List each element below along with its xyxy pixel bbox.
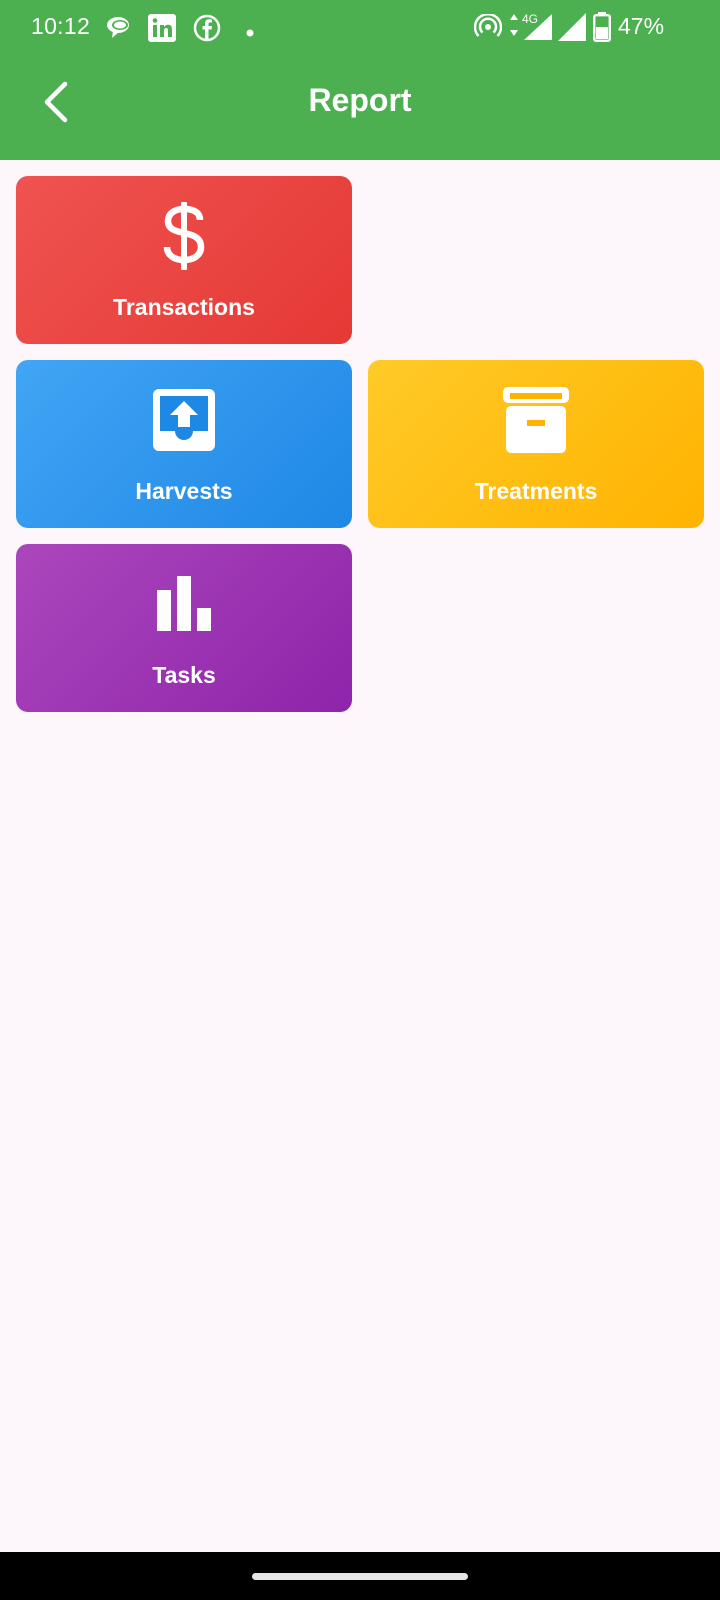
battery-percent: 47% xyxy=(618,13,665,39)
network-4g-icon: 4G xyxy=(510,12,552,47)
tile-tasks[interactable]: Tasks xyxy=(16,544,352,712)
tile-harvests[interactable]: Harvests xyxy=(16,360,352,528)
signal-icon xyxy=(558,13,586,46)
tile-label: Harvests xyxy=(135,478,233,504)
dot-icon xyxy=(246,24,254,42)
app-bar: 10:12 4G 47% Report xyxy=(0,0,720,160)
network-type-label: 4G xyxy=(522,12,539,26)
system-nav-bar xyxy=(0,1552,720,1600)
home-gesture-handle[interactable] xyxy=(252,1573,468,1580)
dollar-icon xyxy=(16,200,352,272)
chat-bubbles-icon xyxy=(106,15,132,44)
tile-label: Transactions xyxy=(113,294,255,320)
tile-label: Tasks xyxy=(152,662,216,688)
inbox-upload-icon xyxy=(16,384,352,456)
linkedin-icon xyxy=(148,14,176,47)
battery-icon xyxy=(593,12,612,47)
facebook-icon xyxy=(193,14,221,47)
hotspot-icon xyxy=(473,12,503,45)
archive-box-icon xyxy=(368,384,704,456)
status-bar: 10:12 4G 47% xyxy=(0,0,720,54)
tile-treatments[interactable]: Treatments xyxy=(368,360,704,528)
tile-label: Treatments xyxy=(474,478,598,504)
status-time: 10:12 xyxy=(31,13,91,39)
tile-transactions[interactable]: Transactions xyxy=(16,176,352,344)
page-title: Report xyxy=(308,82,412,118)
bar-chart-icon xyxy=(16,568,352,640)
